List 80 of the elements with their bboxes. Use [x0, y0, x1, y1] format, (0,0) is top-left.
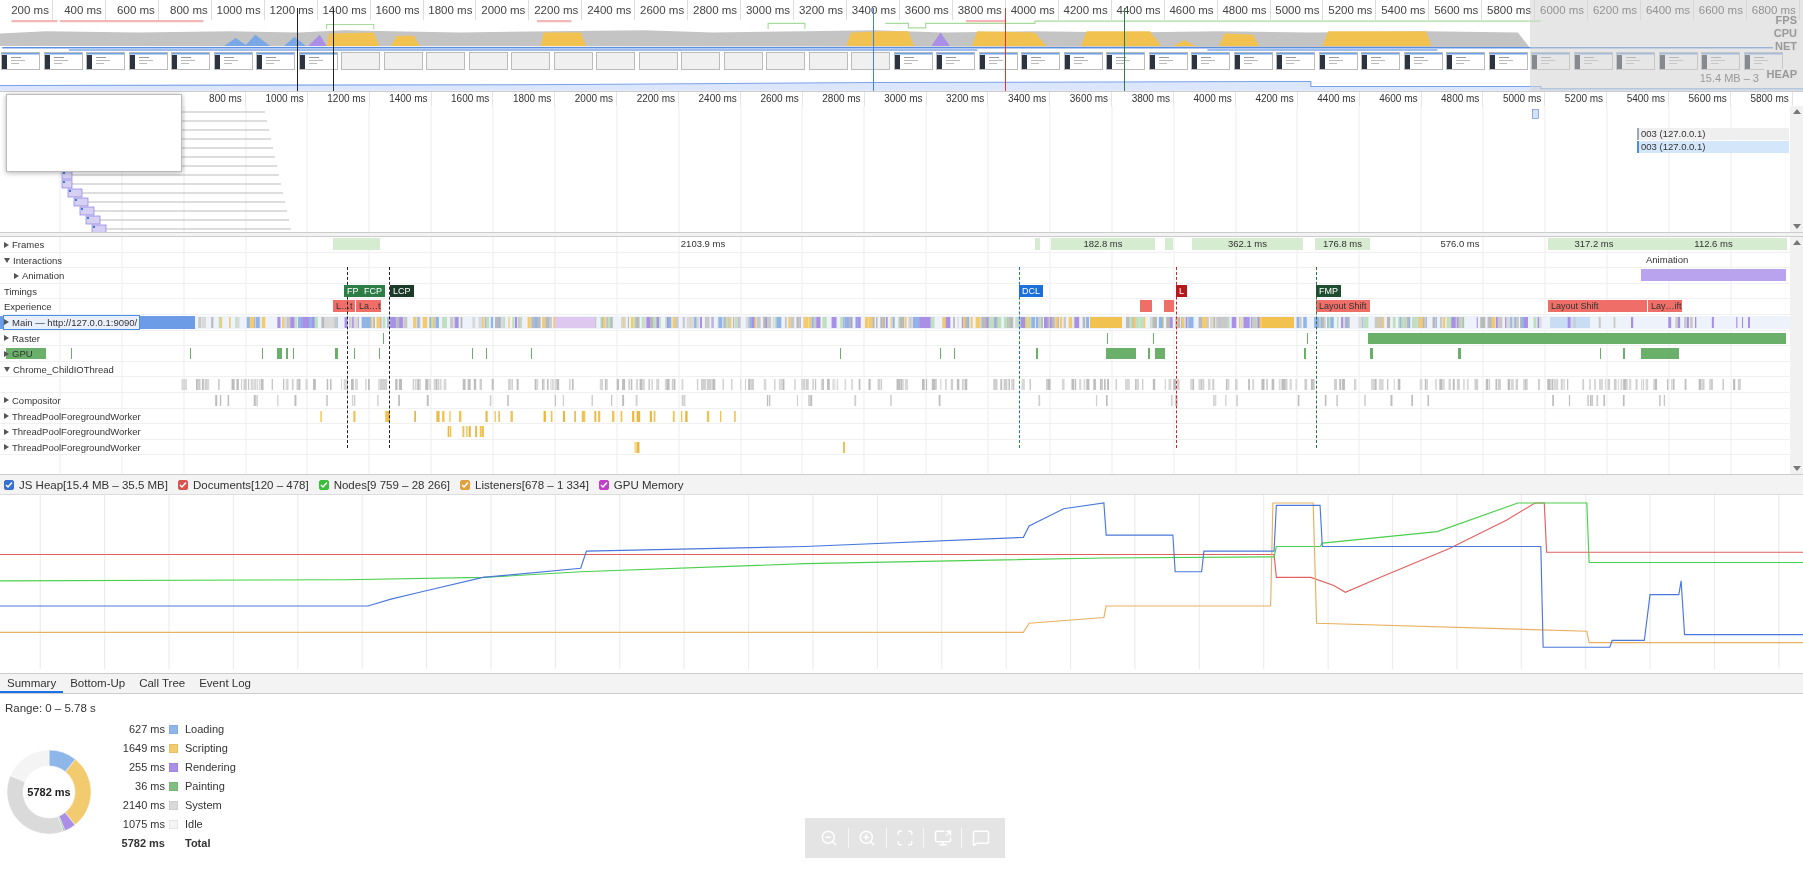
time-ruler-label: 4400 ms [1111, 0, 1165, 20]
frame-duration: 2103.9 ms [680, 238, 726, 250]
time-ruler-label: 3400 ms [847, 0, 900, 20]
time-ruler-label: 3200 ms [794, 0, 847, 20]
frame-duration: 576.0 ms [1440, 238, 1480, 250]
time-ruler-label: 4800 ms [1421, 92, 1484, 106]
time-ruler-label: 3000 ms [864, 92, 927, 106]
overview-track-label: NET [1773, 41, 1799, 52]
frame-duration: 362.1 ms [1227, 238, 1268, 250]
time-ruler-label: 1800 ms [423, 0, 477, 20]
time-ruler-label: 1400 ms [369, 92, 432, 106]
time-ruler-label: 4200 ms [1058, 0, 1112, 20]
time-ruler-label: 2000 ms [476, 0, 530, 20]
time-ruler-label: 1000 ms [211, 0, 265, 20]
time-ruler-label: 2600 ms [635, 0, 689, 20]
range-label: Range: 0 – 5.78 s [5, 702, 97, 714]
time-ruler-label: 3800 ms [1112, 92, 1174, 106]
time-ruler-label: 3000 ms [741, 0, 795, 20]
category-label: Painting [184, 780, 226, 792]
duration-value: 627 ms [127, 722, 165, 737]
time-ruler-label: 5000 ms [1483, 92, 1546, 106]
total-value: 5782 ms [120, 836, 165, 851]
category-label: Idle [184, 818, 204, 830]
category-label: System [184, 799, 223, 811]
time-ruler-label: 800 ms [184, 92, 246, 106]
animation-label: Animation [1646, 253, 1689, 265]
time-ruler-label: 5400 ms [1607, 92, 1669, 106]
overview-track-label: HEAP [1764, 69, 1799, 80]
time-ruler-label: 5400 ms [1376, 0, 1430, 20]
time-ruler-label: 3600 ms [1050, 92, 1113, 106]
category-label: Rendering [184, 761, 236, 773]
time-ruler-label: 2400 ms [582, 0, 636, 20]
overview-track-label: CPU [1771, 28, 1799, 39]
duration-value: 1075 ms [121, 817, 165, 832]
time-ruler-label: 5600 ms [1429, 0, 1483, 20]
time-ruler-label: 2600 ms [740, 92, 803, 106]
time-ruler-label: 4400 ms [1297, 92, 1360, 106]
time-ruler-label: 2800 ms [802, 92, 865, 106]
frame-duration: 317.2 ms [1574, 238, 1614, 250]
time-ruler-label: 2400 ms [679, 92, 741, 106]
time-ruler-label: 1200 ms [307, 92, 370, 106]
frame-duration: 112.6 ms [1694, 238, 1733, 250]
category-label: Loading [184, 723, 226, 735]
time-ruler-label: 6400 ms [1641, 0, 1694, 20]
overview-track-label: FPS [1773, 15, 1799, 26]
time-ruler-label: 6600 ms [1694, 0, 1747, 20]
total-time-label: 5782 ms [27, 786, 71, 798]
time-ruler-label: 1000 ms [245, 92, 308, 106]
time-ruler-label: 4800 ms [1217, 0, 1271, 20]
time-ruler-label: 1600 ms [431, 92, 494, 106]
frame-duration: 182.8 ms [1083, 238, 1123, 250]
duration-value: 2140 ms [121, 798, 165, 813]
time-ruler-label: 5800 ms [1482, 0, 1536, 20]
time-ruler-label: 3400 ms [988, 92, 1051, 106]
time-ruler-label: 2800 ms [688, 0, 742, 20]
time-ruler-label: 4600 ms [1164, 0, 1218, 20]
time-ruler-label: 5200 ms [1323, 0, 1377, 20]
time-ruler-label: 4000 ms [1005, 0, 1059, 20]
time-ruler-label: 4600 ms [1359, 92, 1422, 106]
total-label: Total [184, 837, 212, 849]
time-ruler-label: 1200 ms [264, 0, 318, 20]
time-ruler-label: 3200 ms [926, 92, 989, 106]
time-ruler-label: 4200 ms [1235, 92, 1298, 106]
frame-duration: 176.8 ms [1322, 238, 1363, 250]
time-ruler-label: 1800 ms [493, 92, 556, 106]
duration-value: 36 ms [134, 779, 165, 794]
heap-range-label: 15.4 MB – 3 [1699, 72, 1759, 84]
time-ruler-label: 2200 ms [617, 92, 679, 106]
duration-value: 1649 ms [121, 741, 165, 756]
duration-value: 255 ms [127, 760, 165, 775]
time-ruler-label: 1600 ms [370, 0, 424, 20]
time-ruler-label: 3600 ms [899, 0, 953, 20]
time-ruler-label: 2000 ms [555, 92, 618, 106]
time-ruler-label: 6000 ms [1535, 0, 1589, 20]
time-ruler-label: 4000 ms [1174, 92, 1236, 106]
time-ruler-label: 5000 ms [1270, 0, 1324, 20]
time-ruler-label: 5200 ms [1545, 92, 1608, 106]
time-ruler-label: 6200 ms [1588, 0, 1642, 20]
category-label: Scripting [184, 742, 229, 754]
time-ruler-label: 5600 ms [1669, 92, 1731, 106]
